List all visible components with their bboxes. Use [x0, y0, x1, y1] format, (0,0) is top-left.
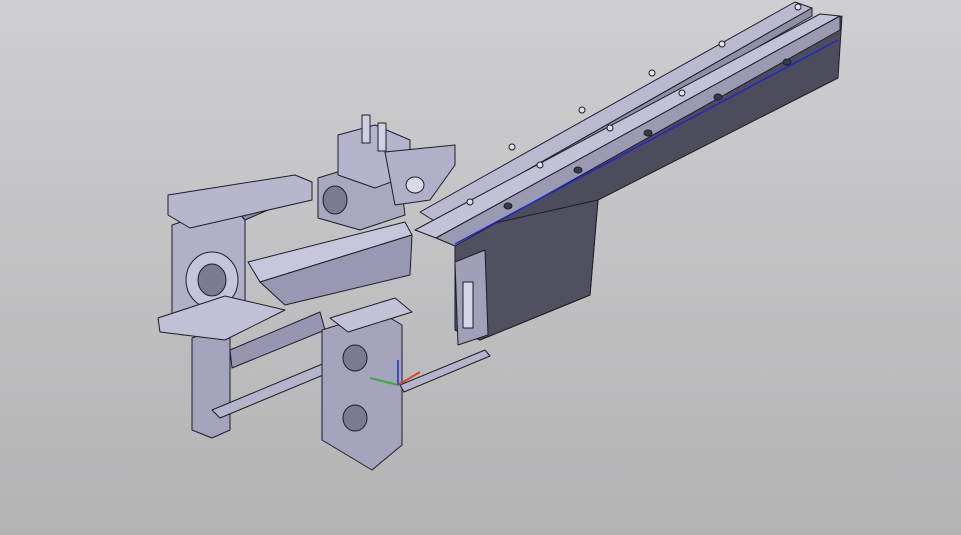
- lower-rail-top: [414, 13, 841, 239]
- cad-assembly-model[interactable]: [0, 0, 961, 535]
- left-frame-upright: [191, 324, 231, 439]
- head-bore: [322, 185, 348, 215]
- lower-bar: [399, 349, 491, 393]
- sensor-knob: [405, 176, 425, 194]
- front-pillar-hole-2: [342, 404, 368, 432]
- 3d-viewport[interactable]: [0, 0, 961, 535]
- cylinder-rod-2: [377, 122, 387, 152]
- rail-guide-line: [454, 39, 839, 245]
- front-pillar: [321, 311, 403, 471]
- left-frame-base: [211, 359, 341, 419]
- cylinder-rod-1: [361, 114, 371, 144]
- slot-opening: [462, 281, 474, 329]
- lower-rail-front: [435, 15, 841, 247]
- bearing-inner: [197, 263, 227, 297]
- right-head-bracket: [384, 144, 456, 206]
- front-pillar-hole-1: [342, 344, 368, 372]
